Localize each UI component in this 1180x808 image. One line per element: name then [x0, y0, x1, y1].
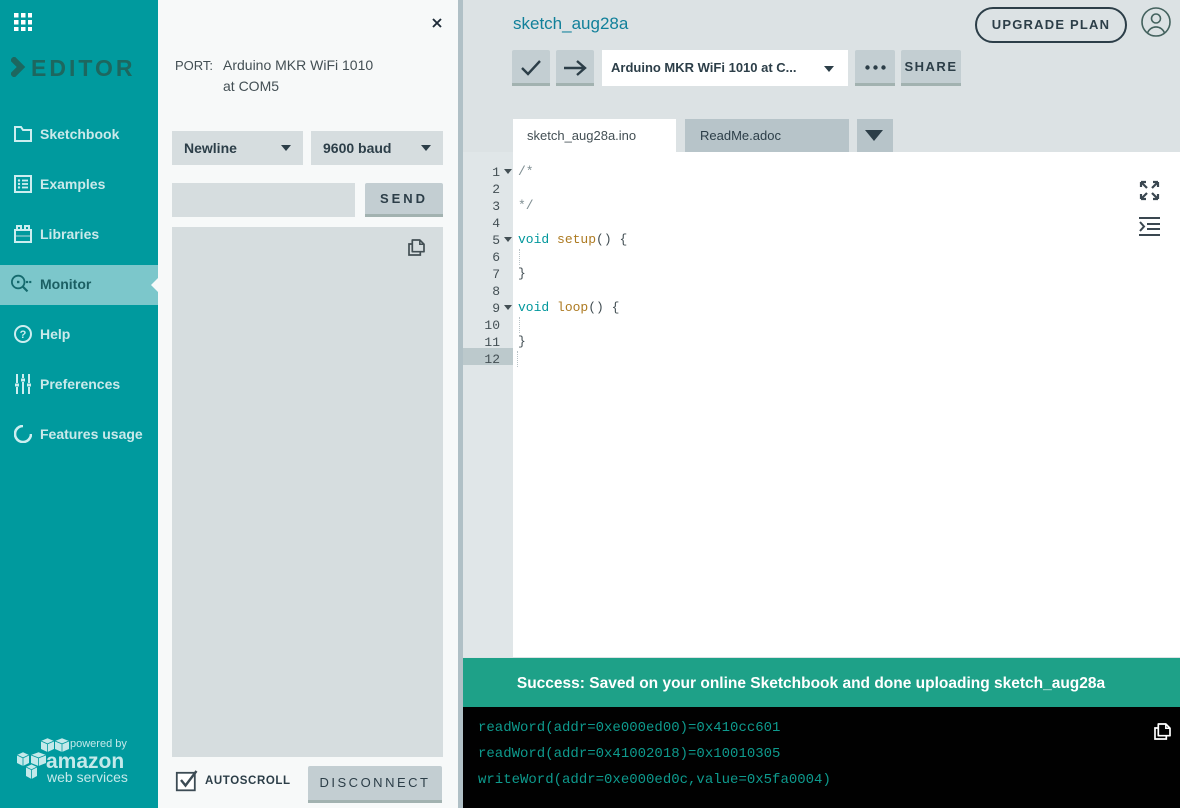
svg-text:web services: web services: [46, 769, 128, 784]
svg-text:?: ?: [20, 329, 27, 341]
svg-text:powered by: powered by: [70, 738, 127, 750]
